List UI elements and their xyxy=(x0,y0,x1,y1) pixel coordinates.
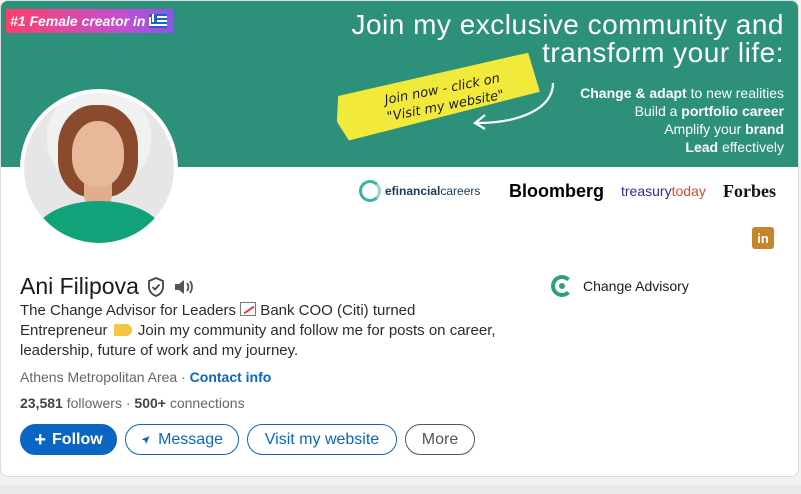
benefits-list: Change & adapt to new realities Build a … xyxy=(580,84,784,156)
pointing-hand-icon xyxy=(113,324,132,336)
avatar xyxy=(24,93,174,243)
send-icon xyxy=(141,435,150,444)
next-section-edge xyxy=(0,485,801,494)
profile-actions: + Follow Message Visit my website More xyxy=(20,424,475,455)
connections-link[interactable]: 500+ connections xyxy=(134,395,244,411)
creator-badge-label: #1 Female creator in xyxy=(10,13,146,29)
follow-button[interactable]: + Follow xyxy=(20,424,117,455)
treasurytoday-logo: treasury today xyxy=(621,183,706,199)
location-row: Athens Metropolitan Area · Contact info xyxy=(20,369,272,385)
more-button[interactable]: More xyxy=(405,424,475,455)
efinancialcareers-ring-icon xyxy=(359,180,381,202)
message-button[interactable]: Message xyxy=(125,424,239,455)
bloomberg-logo: Bloomberg xyxy=(509,180,605,201)
contact-info-link[interactable]: Contact info xyxy=(190,369,272,385)
current-company[interactable]: Change Advisory xyxy=(551,275,689,297)
location-text: Athens Metropolitan Area xyxy=(20,369,178,385)
company-name: Change Advisory xyxy=(583,278,689,294)
speaker-icon[interactable] xyxy=(173,278,195,296)
profile-card: #1 Female creator in Join my exclusive c… xyxy=(0,0,799,477)
greek-flag-icon xyxy=(149,14,168,28)
featured-logos: efinancialcareers Bloomberg treasury toda… xyxy=(359,177,789,207)
network-stats: 23,581 followers · 500+ connections xyxy=(20,395,245,411)
benefit-item: Amplify your brand xyxy=(664,121,784,137)
forbes-logo: Forbes xyxy=(723,180,776,201)
benefit-item: Change & adapt to new realities xyxy=(580,85,784,101)
verified-shield-icon[interactable] xyxy=(147,276,165,297)
profile-photo[interactable] xyxy=(20,89,178,247)
followers-link[interactable]: 23,581 followers xyxy=(20,395,122,411)
profile-name-row: Ani Filipova xyxy=(20,273,195,300)
plus-icon: + xyxy=(34,428,47,451)
profile-headline: The Change Advisor for Leaders Bank COO … xyxy=(20,302,496,359)
change-advisory-logo-icon xyxy=(551,275,573,297)
curved-arrow-icon xyxy=(473,82,555,130)
banner-headline-line1: Join my exclusive community and xyxy=(351,9,784,40)
profile-name: Ani Filipova xyxy=(20,273,139,299)
benefit-item: Build a portfolio career xyxy=(634,103,784,119)
chart-emoji-icon xyxy=(240,302,257,316)
benefit-item: Lead effectively xyxy=(685,139,784,155)
visit-website-button[interactable]: Visit my website xyxy=(247,424,397,455)
efinancialcareers-logo: efinancialcareers xyxy=(359,177,480,205)
linkedin-icon[interactable]: in xyxy=(752,227,774,249)
creator-badge: #1 Female creator in xyxy=(6,9,174,33)
